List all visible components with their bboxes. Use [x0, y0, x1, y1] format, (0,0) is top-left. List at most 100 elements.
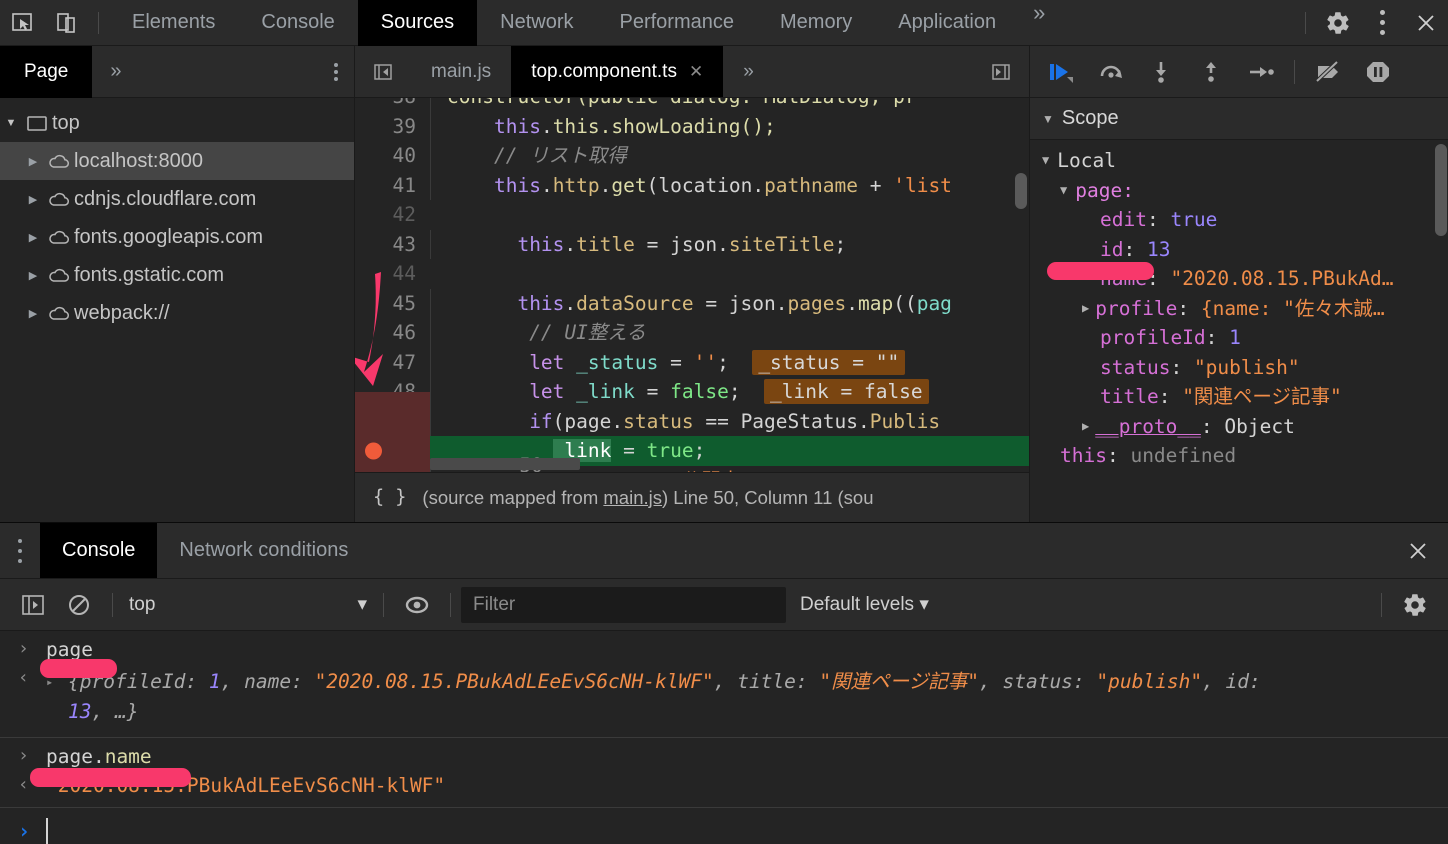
step-out-of-current-function-icon[interactable]	[1188, 49, 1234, 95]
tab-sources[interactable]: Sources	[357, 0, 478, 46]
editor-tab-mainjs[interactable]: main.js	[411, 46, 511, 97]
object-value-num: 1	[208, 670, 221, 693]
tab-network[interactable]: Network	[477, 0, 596, 46]
navigator-more-options-icon[interactable]	[318, 60, 354, 84]
tree-item-webpack[interactable]: ▶ webpack://	[0, 294, 354, 332]
console-output-line[interactable]: ‹ "2020.08.15.PBukAdLEeEvS6cNH-klWF"	[0, 771, 1448, 803]
breakpoint-icon[interactable]	[365, 442, 382, 460]
scope-page-row[interactable]: ▼ page:	[1030, 176, 1448, 206]
log-levels-selector[interactable]: Default levels ▾	[786, 593, 943, 616]
file-tree: ▼ top ▶ localhost:8000 ▶ cdnjs.cloudflar…	[0, 98, 354, 332]
chevron-right-icon[interactable]: ▶	[22, 155, 44, 168]
scope-local-label: Local	[1057, 149, 1116, 172]
drawer-tab-console[interactable]: Console	[40, 523, 158, 578]
chevron-down-icon[interactable]: ▼	[1042, 112, 1054, 126]
code-line[interactable]: 40 // リスト取得	[355, 141, 1029, 171]
resume-script-execution-icon[interactable]	[1038, 49, 1084, 95]
tab-performance[interactable]: Performance	[597, 0, 758, 46]
scope-property-row[interactable]: ▶ profile: {name: "佐々木誠…	[1030, 294, 1448, 324]
close-icon[interactable]: ✕	[689, 62, 703, 82]
code-line[interactable]: 39 this.this.showLoading();	[355, 111, 1029, 141]
code-line[interactable]: 43 this.title = json.siteTitle;	[355, 229, 1029, 259]
scope-this-row[interactable]: this: undefined	[1030, 441, 1448, 471]
more-panels-icon[interactable]: »	[1019, 0, 1059, 46]
navigator-tab-page[interactable]: Page	[0, 45, 93, 98]
navigator-more-icon[interactable]: »	[92, 60, 139, 83]
more-options-icon[interactable]	[1360, 0, 1404, 46]
scope-property-row[interactable]: status: "publish"	[1030, 353, 1448, 383]
console-settings-icon[interactable]	[1392, 582, 1438, 628]
scope-vertical-scrollbar[interactable]	[1435, 144, 1447, 236]
chevron-down-icon[interactable]: ▼	[1042, 146, 1049, 176]
code-line[interactable]: 45 this.dataSource = json.pages.map((pag	[355, 288, 1029, 318]
tree-item-top[interactable]: ▼ top	[0, 104, 354, 142]
chevron-down-icon[interactable]: ▼	[1060, 176, 1067, 206]
clear-console-icon[interactable]	[56, 582, 102, 628]
code-line[interactable]: 41 this.http.get(location.pathname + 'li…	[355, 170, 1029, 200]
editor-tabs-overflow-icon[interactable]: »	[723, 46, 774, 97]
pretty-print-icon[interactable]: { }	[373, 487, 406, 508]
console-output-line[interactable]: ‹ ▸ {profileId: 1, name: "2020.08.15.PBu…	[0, 664, 1448, 733]
console-prompt[interactable]: ›	[0, 808, 1448, 844]
code-line[interactable]: 44	[355, 259, 1029, 289]
tree-item-localhost[interactable]: ▶ localhost:8000	[0, 142, 354, 180]
drawer-tab-network-conditions[interactable]: Network conditions	[157, 523, 370, 578]
code-line[interactable]: 47 let _status = ''; _status = ""	[355, 347, 1029, 377]
chevron-down-icon[interactable]: ▼	[0, 117, 22, 129]
pause-on-exceptions-icon[interactable]	[1355, 49, 1401, 95]
tab-application[interactable]: Application	[875, 0, 1019, 46]
scope-section-header[interactable]: ▼ Scope	[1030, 98, 1448, 140]
property-key: profile	[1095, 296, 1178, 320]
code-line[interactable]: 42	[355, 200, 1029, 230]
toolbar-divider-right	[1305, 11, 1306, 34]
filter-input[interactable]	[461, 586, 786, 623]
line-content: // リスト取得	[430, 141, 1029, 171]
device-toggle-icon[interactable]	[44, 0, 88, 46]
drawer-more-options-icon[interactable]	[0, 523, 40, 578]
chevron-right-icon[interactable]: ▶	[22, 231, 44, 244]
chevron-right-icon[interactable]: ▶	[22, 269, 44, 282]
scope-property-row[interactable]: edit: true	[1030, 205, 1448, 235]
scope-property-row[interactable]: title: "関連ページ記事"	[1030, 382, 1448, 412]
code-editor[interactable]: 38 constructor(public dialog: MatDialog,…	[355, 98, 1029, 472]
editor-tab-topcomponent[interactable]: top.component.ts ✕	[511, 46, 724, 97]
code-line[interactable]: 38 constructor(public dialog: MatDialog,…	[355, 98, 1029, 112]
line-number: 45	[392, 291, 416, 315]
step-into-next-function-call-icon[interactable]	[1138, 49, 1184, 95]
gear-icon[interactable]	[1316, 0, 1360, 46]
live-expression-icon[interactable]	[394, 582, 440, 628]
tab-memory[interactable]: Memory	[757, 0, 875, 46]
editor-vertical-scrollbar[interactable]	[1015, 173, 1027, 209]
step-icon[interactable]	[1238, 49, 1284, 95]
chevron-right-icon[interactable]: ▶	[22, 193, 44, 206]
tab-elements[interactable]: Elements	[109, 0, 238, 46]
tree-item-cdnjs[interactable]: ▶ cdnjs.cloudflare.com	[0, 180, 354, 218]
javascript-context-selector[interactable]: top ▾	[123, 593, 373, 616]
scope-property-row[interactable]: id: 13	[1030, 235, 1448, 265]
scope-proto-row[interactable]: ▶ __proto__: Object	[1030, 412, 1448, 442]
chevron-right-icon[interactable]: ▶	[1082, 294, 1089, 324]
tree-item-googleapis[interactable]: ▶ fonts.googleapis.com	[0, 218, 354, 256]
console-input-line[interactable]: › page.name	[0, 742, 1448, 771]
object-key-name: , name:	[220, 670, 315, 693]
show-console-sidebar-icon[interactable]	[10, 582, 56, 628]
next-file-icon[interactable]	[973, 59, 1029, 85]
inspect-icon[interactable]	[0, 0, 44, 46]
chevron-right-icon[interactable]: ▶	[22, 307, 44, 320]
previous-file-icon[interactable]	[355, 46, 411, 97]
code-line[interactable]: 48 let _link = false; _link = false	[355, 377, 1029, 407]
tree-item-gstatic[interactable]: ▶ fonts.gstatic.com	[0, 256, 354, 294]
code-line[interactable]: 46 // UI整える	[355, 318, 1029, 348]
close-drawer-icon[interactable]	[1388, 523, 1448, 578]
scope-local-row[interactable]: ▼ Local	[1030, 146, 1448, 176]
deactivate-breakpoints-icon[interactable]	[1305, 49, 1351, 95]
chevron-right-icon[interactable]: ▶	[1082, 412, 1089, 442]
console-input-line[interactable]: › page	[0, 635, 1448, 664]
scope-property-row[interactable]: profileId: 1	[1030, 323, 1448, 353]
source-map-link[interactable]: main.js	[603, 487, 662, 508]
close-icon[interactable]	[1404, 0, 1448, 46]
code-comment: // リスト取得	[493, 144, 627, 167]
editor-horizontal-scrollbar[interactable]	[430, 458, 580, 470]
step-over-next-function-call-icon[interactable]	[1088, 49, 1134, 95]
tab-console[interactable]: Console	[238, 0, 357, 46]
